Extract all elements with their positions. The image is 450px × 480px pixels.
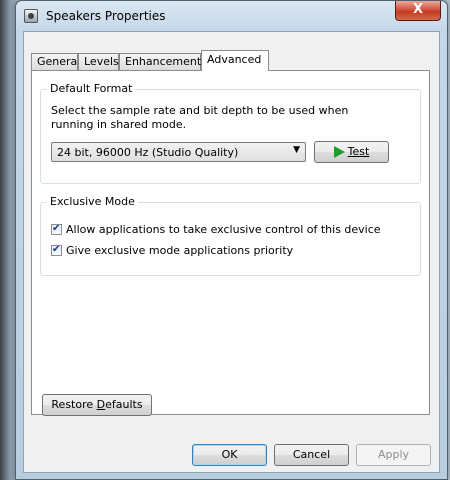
exclusive-mode-title: Exclusive Mode	[47, 195, 138, 208]
allow-exclusive-label: Allow applications to take exclusive con…	[66, 223, 381, 236]
play-icon	[333, 146, 345, 158]
title-bar[interactable]: Speakers Properties X	[16, 1, 447, 31]
tab-enhancements[interactable]: Enhancements	[119, 53, 207, 70]
allow-exclusive-checkbox[interactable]	[51, 222, 62, 236]
sample-rate-value: 24 bit, 96000 Hz (Studio Quality)	[57, 146, 239, 159]
restore-label-post: efaults	[105, 398, 143, 411]
advanced-tab-panel: Default Format Select the sample rate an…	[31, 70, 430, 416]
exclusive-priority-checkbox[interactable]	[51, 243, 62, 257]
default-format-group: Default Format Select the sample rate an…	[40, 82, 421, 184]
allow-exclusive-checkbox-row[interactable]: Allow applications to take exclusive con…	[51, 222, 381, 237]
exclusive-priority-label: Give exclusive mode applications priorit…	[66, 244, 294, 257]
speakers-properties-window: Speakers Properties X General Levels Enh…	[15, 0, 448, 480]
test-button[interactable]: Test	[314, 141, 389, 163]
dialog-client-area: General Levels Enhancements Advanced Def…	[23, 31, 440, 473]
apply-button[interactable]: Apply	[356, 444, 431, 466]
speaker-icon	[24, 9, 38, 23]
cancel-button[interactable]: Cancel	[274, 444, 349, 466]
exclusive-mode-group: Exclusive Mode Allow applications to tak…	[40, 195, 421, 276]
sample-rate-select[interactable]: 24 bit, 96000 Hz (Studio Quality) ▼	[51, 142, 306, 162]
close-button[interactable]: X	[395, 1, 441, 21]
tab-advanced[interactable]: Advanced	[201, 50, 269, 71]
test-button-label: Test	[347, 145, 370, 158]
restore-label-key: D	[96, 398, 106, 411]
exclusive-priority-checkbox-row[interactable]: Give exclusive mode applications priorit…	[51, 243, 294, 258]
restore-defaults-button[interactable]: Restore Defaults	[42, 394, 152, 416]
restore-label-pre: Restore	[51, 398, 97, 411]
tab-general[interactable]: General	[31, 53, 80, 70]
tab-levels[interactable]: Levels	[78, 53, 119, 70]
window-title: Speakers Properties	[46, 9, 166, 23]
default-format-description: Select the sample rate and bit depth to …	[51, 104, 349, 131]
chevron-down-icon: ▼	[293, 145, 300, 155]
default-format-title: Default Format	[47, 82, 136, 95]
ok-button[interactable]: OK	[192, 444, 267, 466]
